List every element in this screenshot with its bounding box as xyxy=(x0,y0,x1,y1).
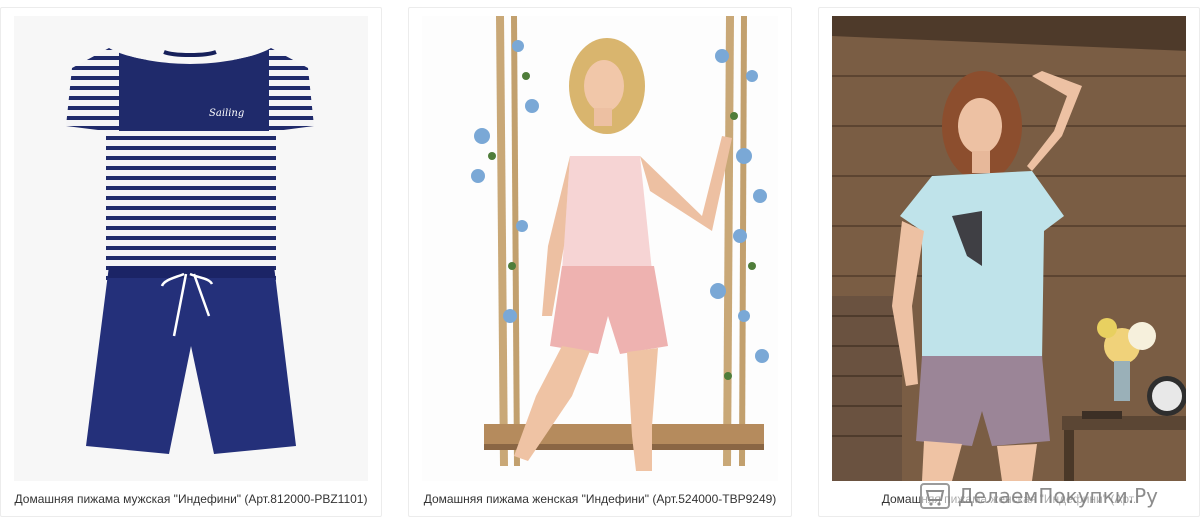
site-watermark: ДелаемПокупки.Ру xyxy=(920,481,1158,511)
product-title[interactable]: Домашняя пижама женская "Индефини" (Арт.… xyxy=(409,492,791,506)
product-image[interactable] xyxy=(832,16,1186,481)
product-card[interactable]: Sailing Домашняя пижама мужская "Индефин… xyxy=(0,7,382,517)
product-card[interactable]: Домашняя пижама женская "Индефини" (Арт. xyxy=(818,7,1200,517)
product-image[interactable] xyxy=(422,16,778,481)
product-image[interactable]: Sailing xyxy=(14,16,368,481)
svg-text:Sailing: Sailing xyxy=(209,108,244,119)
cart-icon xyxy=(920,483,950,509)
watermark-text: ДелаемПокупки.Ру xyxy=(958,484,1158,508)
product-card[interactable]: Домашняя пижама женская "Индефини" (Арт.… xyxy=(408,7,792,517)
product-grid: Sailing Домашняя пижама мужская "Индефин… xyxy=(0,0,1200,527)
product-title[interactable]: Домашняя пижама мужская "Индефини" (Арт.… xyxy=(1,492,381,506)
